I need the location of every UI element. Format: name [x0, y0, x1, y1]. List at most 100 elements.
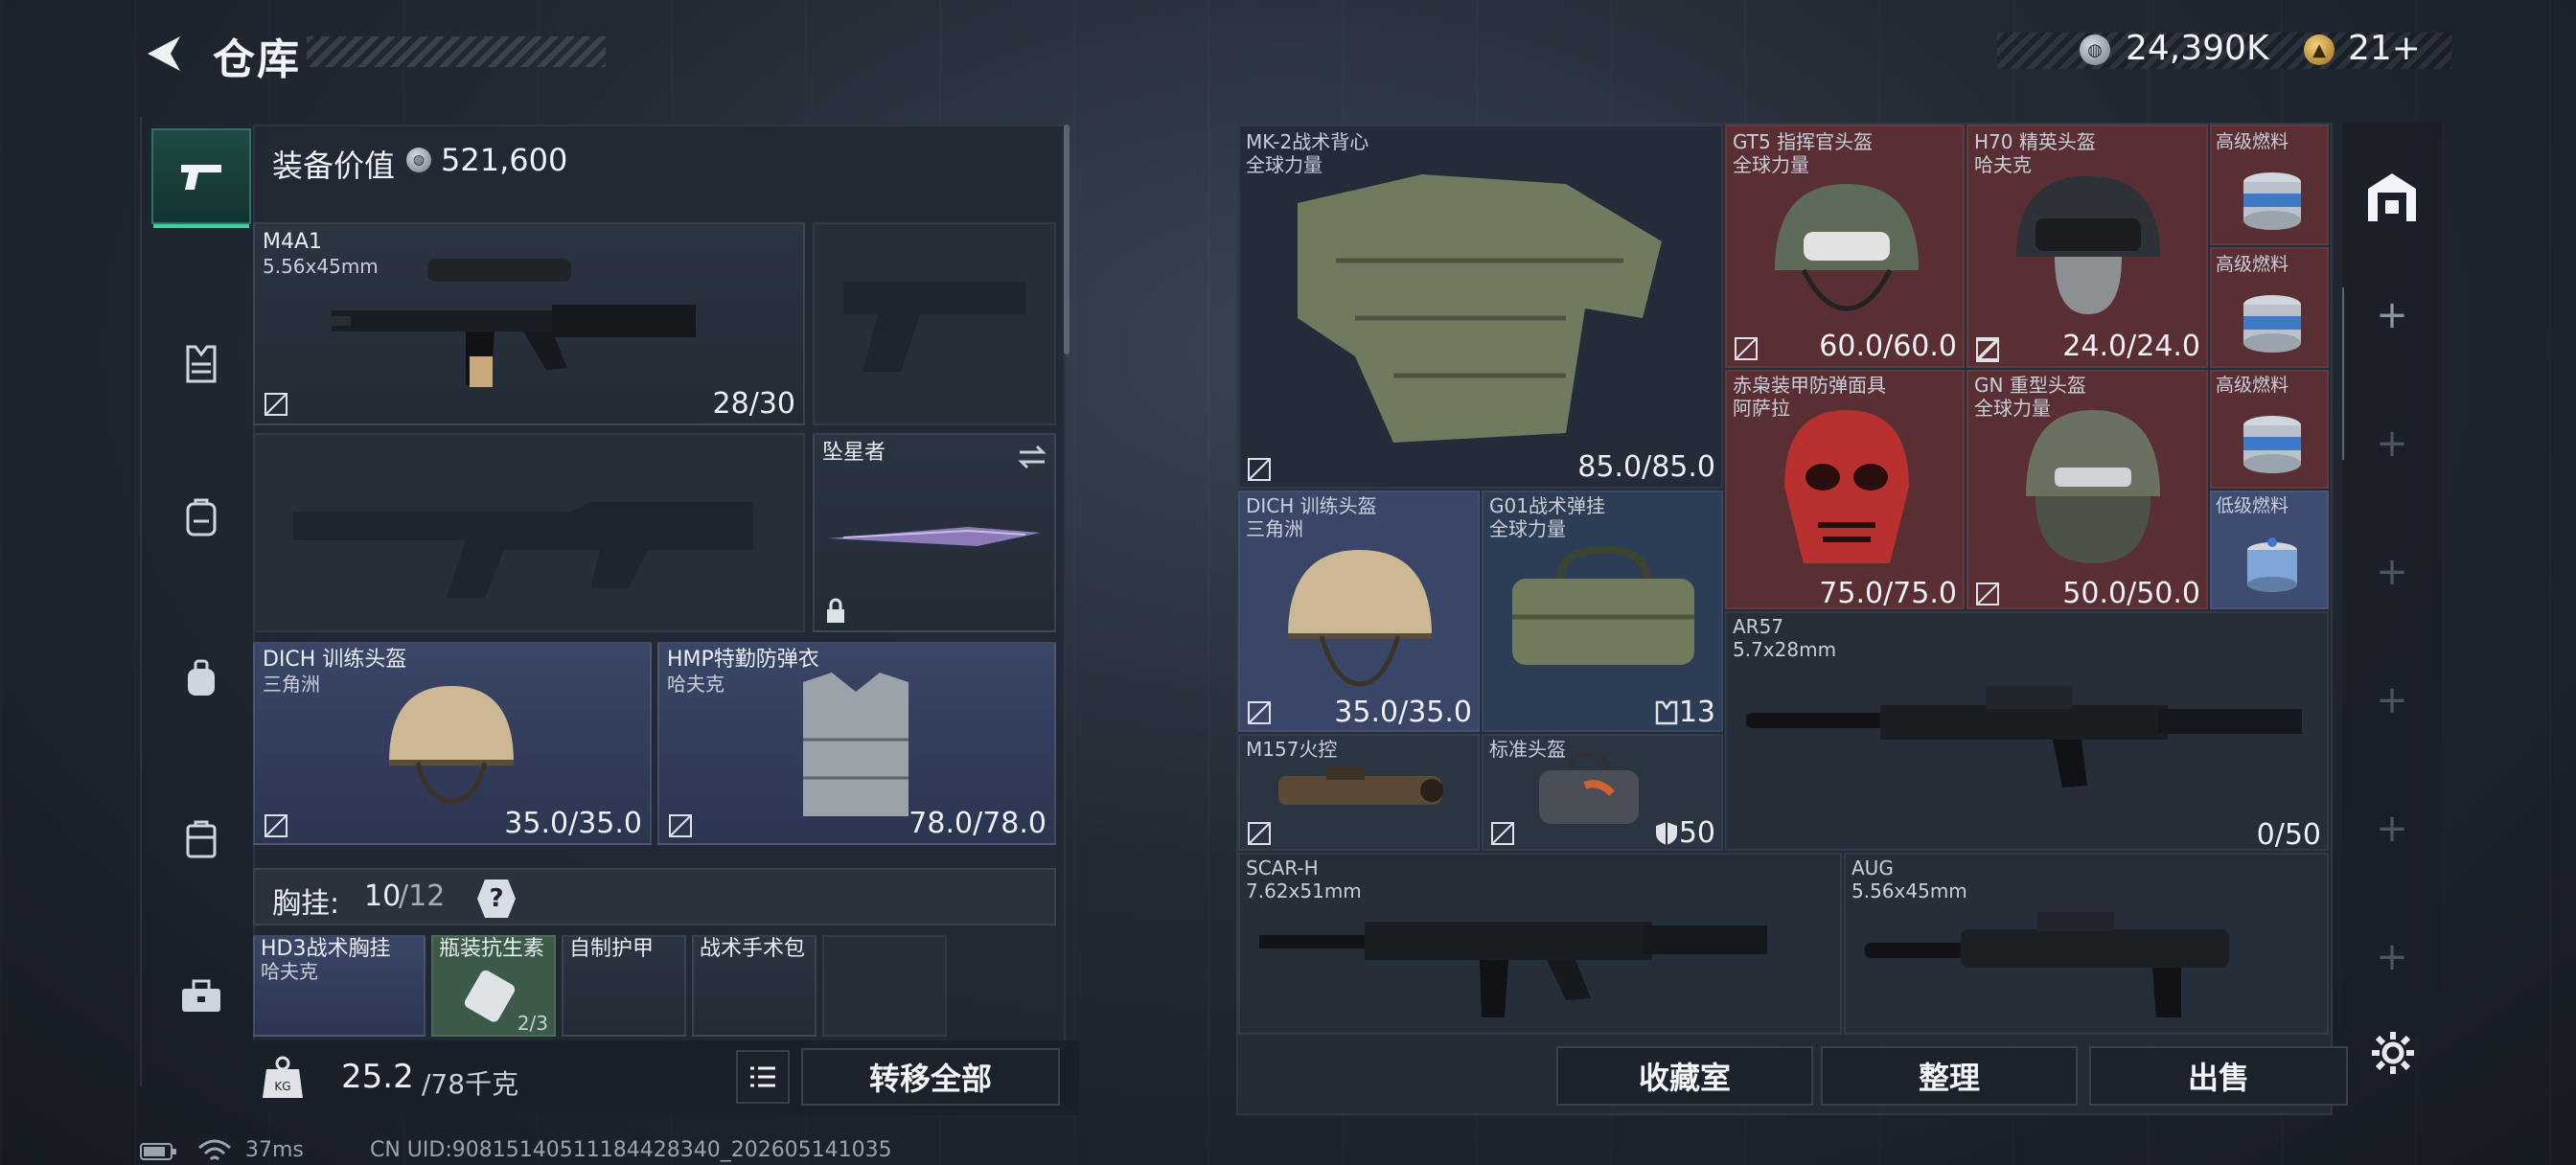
storage-item[interactable]: GN 重型头盔 全球力量 50.0/50.0: [1966, 370, 2208, 610]
no-repair-icon: [1248, 701, 1271, 724]
rifle-silhouette: [293, 502, 753, 598]
tab-cases[interactable]: [151, 791, 251, 887]
item-name: 瓶装抗生素: [439, 937, 545, 961]
item-name: 高级燃料: [2216, 131, 2289, 152]
storage-item[interactable]: 标准头盔 50: [1482, 734, 1723, 851]
wifi-icon: [198, 1139, 231, 1161]
item-count: 50: [1678, 816, 1715, 850]
bag-icon: [188, 659, 215, 696]
rifle-image: [1865, 912, 2229, 1017]
list-icon: [750, 1066, 775, 1087]
item-maker: 三角洲: [263, 673, 320, 696]
sort-button[interactable]: 整理: [1821, 1046, 2078, 1106]
item-name: 坠星者: [822, 441, 886, 465]
transfer-all-button[interactable]: 转移全部: [801, 1048, 1060, 1106]
helmet-image: [2016, 176, 2160, 314]
item-name: M157火控: [1246, 738, 1338, 761]
rig-item[interactable]: HD3战术胸挂 哈夫克: [253, 935, 426, 1037]
gear-icon[interactable]: [2369, 1029, 2417, 1077]
tab-tools[interactable]: [151, 948, 251, 1044]
plus-icon[interactable]: +: [2342, 807, 2442, 851]
helmet-image: [1775, 184, 1919, 311]
plus-icon[interactable]: +: [2342, 422, 2442, 466]
rig-empty-slot[interactable]: [822, 935, 947, 1037]
toolbox-icon: [182, 979, 220, 1012]
help-icon[interactable]: ?: [477, 879, 516, 918]
item-name: 高级燃料: [2216, 254, 2289, 275]
rig-item[interactable]: 战术手术包: [692, 935, 816, 1037]
pistol-icon: [181, 165, 221, 190]
gold-coin-icon: ▲: [2304, 34, 2334, 65]
storage-item[interactable]: AUG 5.56x45mm: [1844, 853, 2329, 1035]
silver-amount[interactable]: 24,390K: [2126, 29, 2269, 68]
plus-icon[interactable]: +: [2342, 678, 2442, 722]
add-storage-page-plus-icon[interactable]: +: [2342, 293, 2442, 337]
rifle-image: [322, 259, 696, 387]
storage-item[interactable]: AR57 5.7x28mm 0/50: [1725, 611, 2329, 852]
svg-text:KG: KG: [274, 1080, 290, 1093]
tab-vests[interactable]: [151, 316, 251, 412]
gold-amount[interactable]: 21+: [2348, 29, 2421, 68]
sidearm-slot[interactable]: [813, 222, 1056, 425]
storage-item[interactable]: GT5 指挥官头盔 全球力量 60.0/60.0: [1725, 125, 1965, 368]
helmet-slot[interactable]: DICH 训练头盔 三角洲 35.0/35.0: [253, 642, 652, 845]
chest-rig-label: 胸挂:: [272, 887, 340, 921]
rig-item[interactable]: 自制护甲: [562, 935, 686, 1037]
helmet-bag-image: [1539, 751, 1639, 824]
tab-backpacks[interactable]: [151, 469, 251, 565]
storage-icon: [2368, 173, 2416, 221]
primary-weapon-slot[interactable]: M4A1 5.56x45mm 28/30: [253, 222, 805, 425]
shield-icon: [1656, 822, 1677, 845]
storage-item[interactable]: 高级燃料: [2210, 370, 2329, 489]
durability: 24.0/24.0: [2062, 330, 2200, 363]
swap-icon[interactable]: [1016, 443, 1048, 471]
backpack-icon: [186, 498, 217, 537]
item-name: M4A1: [263, 230, 323, 254]
fuel-can-image: [2247, 537, 2297, 592]
armor-slot[interactable]: HMP特勤防弹衣 哈夫克 78.0/78.0: [657, 642, 1056, 845]
silver-coin-icon: ◍: [406, 148, 431, 172]
item-maker: 哈夫克: [667, 673, 724, 696]
rig-item[interactable]: 瓶装抗生素 2/3: [431, 935, 556, 1037]
item-name: 战术手术包: [700, 937, 806, 961]
storage-item[interactable]: G01战术弹挂 全球力量 13: [1482, 491, 1723, 732]
storage-item[interactable]: 赤枭装甲防弹面具 阿萨拉 75.0/75.0: [1725, 370, 1965, 610]
scope-image: [1278, 766, 1443, 805]
storage-item[interactable]: DICH 训练头盔 三角洲 35.0/35.0: [1238, 491, 1480, 732]
storage-item[interactable]: 高级燃料: [2210, 125, 2329, 245]
storage-item[interactable]: M157火控: [1238, 734, 1480, 851]
knife-image: [828, 527, 1041, 546]
no-repair-icon: [1735, 337, 1758, 360]
chest-rig-header: 胸挂: 10 /12 ?: [253, 868, 1056, 925]
collection-button[interactable]: 收藏室: [1556, 1046, 1813, 1106]
melee-slot[interactable]: 坠星者: [813, 433, 1056, 632]
storage-item[interactable]: H70 精英头盔 哈夫克 24.0/24.0: [1966, 125, 2208, 368]
tab-weapons[interactable]: [151, 128, 251, 228]
storage-item[interactable]: SCAR-H 7.62x51mm: [1238, 853, 1842, 1035]
no-repair-icon: [1976, 339, 1999, 362]
sell-button[interactable]: 出售: [2089, 1046, 2348, 1106]
storage-page-1[interactable]: [2348, 153, 2436, 241]
no-repair-icon: [1248, 822, 1271, 845]
item-name: H70 精英头盔: [1974, 130, 2096, 153]
secondary-weapon-slot[interactable]: [253, 433, 805, 632]
equipment-scrollbar[interactable]: [1064, 125, 1070, 354]
storage-item[interactable]: MK-2战术背心 全球力量 85.0/85.0: [1238, 125, 1723, 489]
title-decoration: [307, 36, 606, 67]
item-name: GN 重型头盔: [1974, 374, 2086, 397]
item-name: 高级燃料: [2216, 375, 2289, 396]
back-arrow-icon[interactable]: [142, 33, 184, 75]
tab-bags[interactable]: [151, 630, 251, 726]
item-name: AUG: [1852, 857, 1894, 879]
plus-icon[interactable]: +: [2342, 550, 2442, 594]
bag-image: [1512, 545, 1694, 665]
rifle-image: [1746, 686, 2302, 788]
durability: 35.0/35.0: [1334, 696, 1472, 729]
vest-image: [1298, 174, 1662, 443]
plus-icon[interactable]: +: [2342, 935, 2442, 979]
storage-item[interactable]: 高级燃料: [1976, 247, 2329, 368]
item-name: HD3战术胸挂: [261, 937, 391, 961]
list-view-button[interactable]: [736, 1050, 790, 1104]
storage-item[interactable]: 低级燃料: [2210, 491, 2329, 609]
durability: 78.0/78.0: [908, 807, 1046, 840]
